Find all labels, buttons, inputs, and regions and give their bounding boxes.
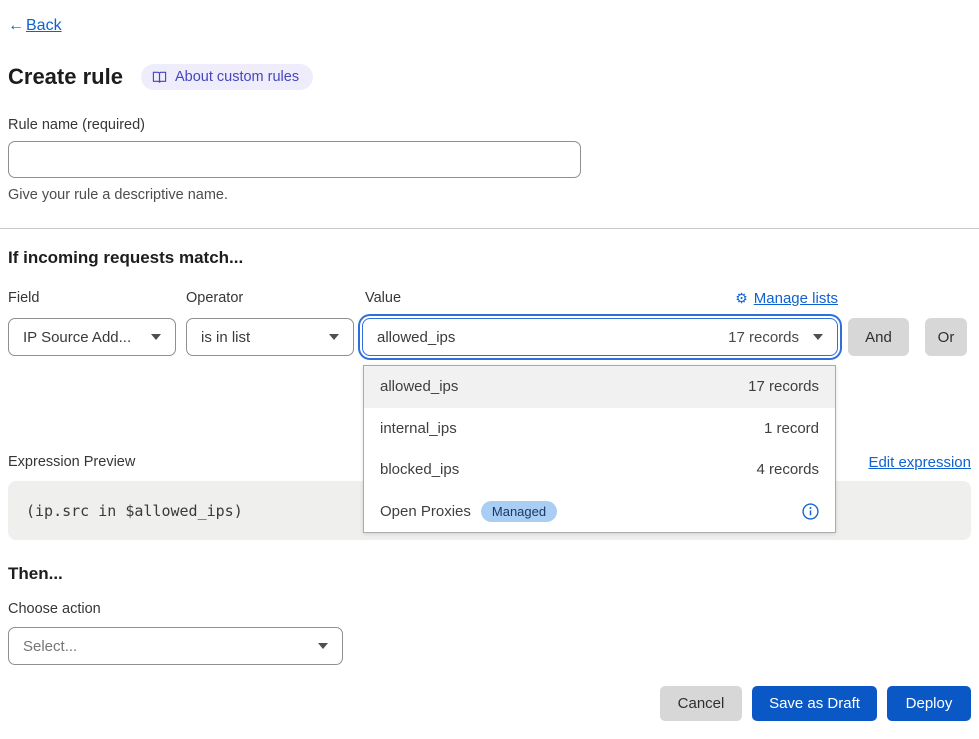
cancel-button[interactable]: Cancel: [660, 686, 742, 721]
option-record-count: 17 records: [748, 378, 819, 395]
expression-preview-label: Expression Preview: [8, 454, 135, 470]
operator-label: Operator: [186, 290, 243, 306]
info-icon[interactable]: [802, 503, 819, 520]
create-rule-page: ← Back Create rule About custom rules Ru…: [0, 0, 979, 739]
managed-badge: Managed: [481, 501, 557, 522]
rule-name-helper-text: Give your rule a descriptive name.: [8, 187, 228, 203]
section-divider: [0, 228, 979, 229]
rule-name-label: Rule name (required): [8, 117, 145, 133]
option-name: internal_ips: [380, 420, 457, 437]
chevron-down-icon: [813, 334, 823, 340]
manage-lists-label: Manage lists: [754, 290, 838, 307]
book-icon: [152, 70, 167, 85]
action-select[interactable]: Select...: [8, 627, 343, 665]
operator-select-value: is in list: [201, 329, 250, 346]
option-name: blocked_ips: [380, 461, 459, 478]
dropdown-option-open-proxies[interactable]: Open Proxies Managed: [364, 491, 835, 533]
title-row: Create rule About custom rules: [8, 64, 313, 90]
field-select[interactable]: IP Source Add...: [8, 318, 176, 356]
chevron-down-icon: [318, 643, 328, 649]
operator-select[interactable]: is in list: [186, 318, 354, 356]
value-label: Value: [365, 290, 401, 306]
action-select-placeholder: Select...: [23, 638, 77, 655]
option-record-count: 1 record: [764, 420, 819, 437]
chevron-down-icon: [151, 334, 161, 340]
field-label: Field: [8, 290, 39, 306]
match-section-heading: If incoming requests match...: [8, 248, 243, 268]
value-select[interactable]: allowed_ips 17 records: [362, 318, 838, 356]
expression-code: (ip.src in $allowed_ips): [8, 502, 243, 520]
rule-name-input[interactable]: [8, 141, 581, 178]
choose-action-label: Choose action: [8, 601, 101, 617]
gear-icon: ⚙: [735, 290, 748, 307]
value-dropdown-menu: allowed_ips 17 records internal_ips 1 re…: [363, 365, 836, 533]
manage-lists-link[interactable]: ⚙ Manage lists: [735, 290, 838, 307]
value-select-record-count: 17 records: [728, 329, 799, 346]
dropdown-option-internal-ips[interactable]: internal_ips 1 record: [364, 408, 835, 450]
edit-expression-link[interactable]: Edit expression: [868, 454, 971, 471]
and-button[interactable]: And: [848, 318, 909, 356]
field-select-value: IP Source Add...: [23, 329, 131, 346]
deploy-button[interactable]: Deploy: [887, 686, 971, 721]
dropdown-option-allowed-ips[interactable]: allowed_ips 17 records: [364, 366, 835, 408]
about-custom-rules-link[interactable]: About custom rules: [141, 64, 313, 90]
option-record-count: 4 records: [756, 461, 819, 478]
back-link-label: Back: [26, 17, 62, 35]
option-name: Open Proxies: [380, 503, 471, 520]
value-select-value: allowed_ips: [377, 329, 455, 346]
back-link[interactable]: ← Back: [8, 17, 62, 35]
about-custom-rules-label: About custom rules: [175, 69, 299, 85]
page-title: Create rule: [8, 64, 123, 90]
save-as-draft-button[interactable]: Save as Draft: [752, 686, 877, 721]
then-section-heading: Then...: [8, 564, 63, 584]
chevron-down-icon: [329, 334, 339, 340]
back-arrow-icon: ←: [8, 17, 24, 35]
dropdown-option-blocked-ips[interactable]: blocked_ips 4 records: [364, 449, 835, 491]
option-name: allowed_ips: [380, 378, 458, 395]
or-button[interactable]: Or: [925, 318, 967, 356]
